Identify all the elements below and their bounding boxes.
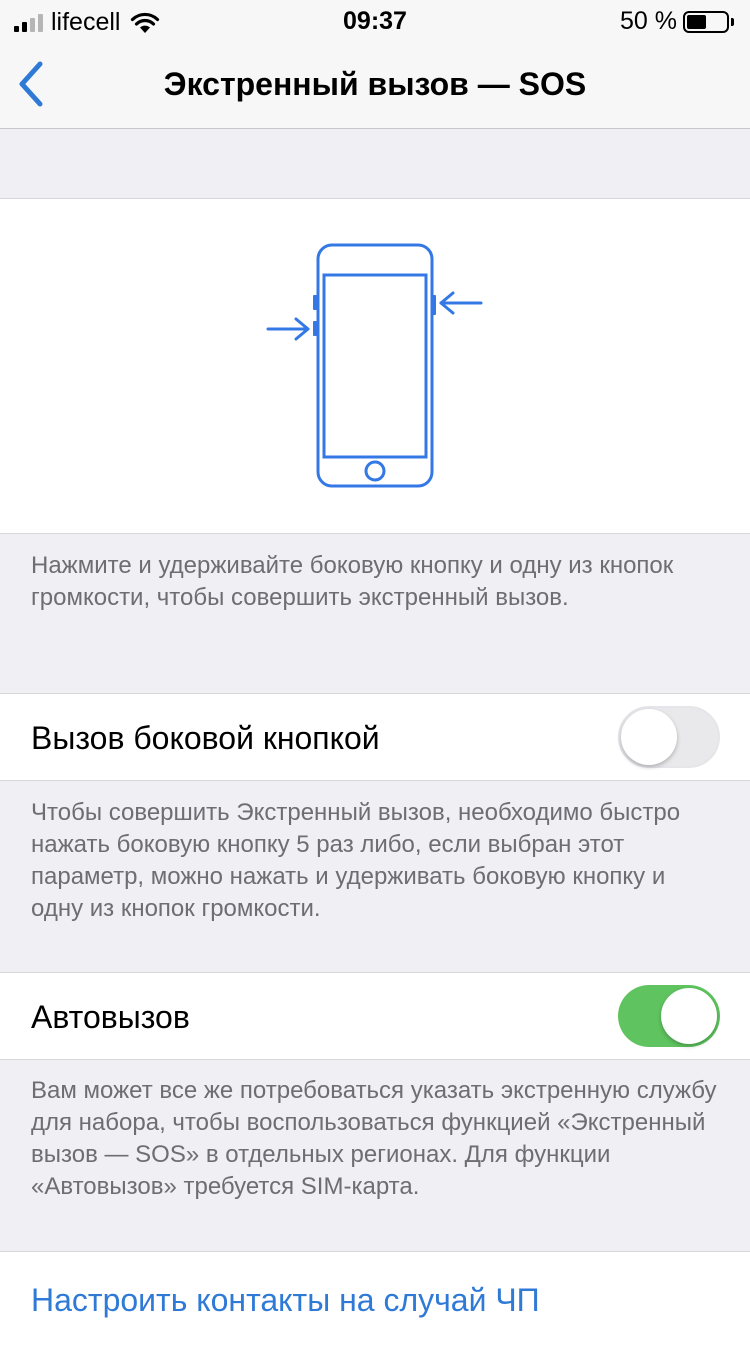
auto-call-label: Автовызов: [31, 999, 190, 1035]
toggle-knob: [621, 709, 677, 765]
page-title: Экстренный вызов — SOS: [163, 66, 587, 102]
emergency-contacts-link[interactable]: Настроить контакты на случай ЧП: [31, 1282, 540, 1319]
battery-percentage: 50 %: [620, 7, 677, 35]
iphone-side-buttons-icon: [266, 243, 483, 488]
status-bar: lifecell 09:37 50 %: [0, 0, 750, 42]
battery-icon: [683, 10, 729, 33]
side-button-call-label: Вызов боковой кнопкой: [31, 720, 380, 756]
toggle-knob: [661, 988, 717, 1044]
battery-level-fill: [687, 14, 706, 29]
navigation-bar: Экстренный вызов — SOS: [0, 42, 750, 129]
battery-tip: [731, 17, 734, 26]
auto-call-footer-text: Вам может все же потребоваться указать э…: [31, 1077, 717, 1200]
side-button-call-row: Вызов боковой кнопкой: [0, 693, 750, 781]
sos-illustration: [0, 198, 750, 534]
side-button-footer-text: Чтобы совершить Экстренный вызов, необхо…: [31, 799, 681, 922]
emergency-contacts-row[interactable]: Настроить контакты на случай ЧП: [0, 1251, 750, 1352]
illustration-footer-text: Нажмите и удерживайте боковую кнопку и о…: [31, 552, 674, 611]
auto-call-toggle[interactable]: [618, 985, 720, 1047]
side-button-call-toggle[interactable]: [618, 706, 720, 768]
status-right: 50 %: [620, 7, 734, 36]
auto-call-row: Автовызов: [0, 972, 750, 1060]
